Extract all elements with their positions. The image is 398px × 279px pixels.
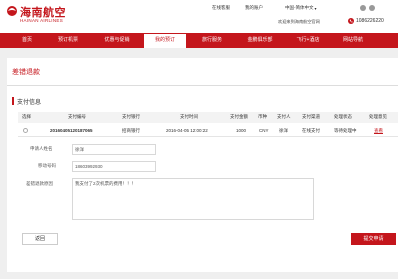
wechat-icon[interactable] xyxy=(369,5,375,11)
applicant-input[interactable]: 徐洋 xyxy=(72,144,156,155)
col-header-select: 选择 xyxy=(22,114,31,119)
top-bar: 海南航空 HAINAN AIRLINES 在线客服 我的账户 中国-简体中文 ▾… xyxy=(0,0,398,33)
welcome-text: 欢迎来到海南航空官网 xyxy=(278,19,320,24)
col-header-payment-id: 支付编号 xyxy=(68,114,86,119)
reason-textarea[interactable]: 我支付了2次机票的费用！！！ xyxy=(72,178,314,220)
col-header-channel: 支付渠道 xyxy=(302,114,320,119)
nav-item-flight-hotel[interactable]: 飞行+酒店 xyxy=(286,33,330,48)
title-divider xyxy=(7,85,398,86)
nav-item-promotions[interactable]: 优惠与促销 xyxy=(95,33,139,48)
applicant-label: 申请人姓名 xyxy=(30,146,53,151)
col-header-status: 处理状态 xyxy=(334,114,352,119)
weibo-icon[interactable] xyxy=(360,5,366,11)
cell-status: 等待处理中 xyxy=(334,128,357,133)
mobile-input[interactable]: 18603992930 xyxy=(72,161,156,172)
online-service-link[interactable]: 在线客服 xyxy=(212,5,230,11)
my-account-link[interactable]: 我的账户 xyxy=(245,5,263,11)
col-header-opinion: 处理意见 xyxy=(369,114,387,119)
hotline-number: 1086226220 xyxy=(356,18,384,24)
page-title: 差错退款 xyxy=(12,69,40,76)
logo-bird-icon xyxy=(7,6,17,16)
back-button[interactable]: 返回 xyxy=(22,233,58,245)
cell-amount: 1000 xyxy=(236,128,247,133)
col-header-payment-time: 支付时间 xyxy=(180,114,198,119)
main-nav: 首页 预订机票 优惠与促销 我的预订 旅行服务 金鹏俱乐部 飞行+酒店 网站导航 xyxy=(0,33,398,48)
nav-item-my-bookings[interactable]: 我的预订 xyxy=(144,34,186,48)
hotline: 1086226220 xyxy=(348,18,384,24)
row-divider xyxy=(18,136,398,137)
section-marker xyxy=(12,97,14,105)
col-header-currency: 币种 xyxy=(258,114,267,119)
cell-bank: 招商银行 xyxy=(122,128,140,133)
nav-item-travel-services[interactable]: 旅行服务 xyxy=(190,33,234,48)
content-card xyxy=(7,58,398,272)
phone-icon xyxy=(348,18,354,24)
nav-item-site-map[interactable]: 网站导航 xyxy=(331,33,375,48)
logo[interactable]: 海南航空 HAINAN AIRLINES xyxy=(6,3,66,27)
col-header-amount: 支付金额 xyxy=(230,114,248,119)
cell-payment-id: 20160405120187065 xyxy=(50,128,93,133)
language-label: 中国-简体中文 xyxy=(285,5,314,10)
chevron-down-icon: ▾ xyxy=(314,5,317,11)
view-opinion-link[interactable]: 查看 xyxy=(374,128,383,134)
nav-item-fortune-wings-club[interactable]: 金鹏俱乐部 xyxy=(236,33,284,48)
cell-currency: CNY xyxy=(259,128,269,133)
col-header-payer: 支付人 xyxy=(277,114,291,119)
submit-button[interactable]: 提交申请 xyxy=(351,233,396,245)
cell-channel: 在线支付 xyxy=(302,128,320,133)
reason-label: 差错退款原因 xyxy=(26,181,53,186)
row-select-radio[interactable] xyxy=(23,128,28,133)
brand-name-en: HAINAN AIRLINES xyxy=(20,18,64,23)
share-buttons[interactable] xyxy=(360,5,375,11)
nav-item-book-tickets[interactable]: 预订机票 xyxy=(47,33,89,48)
mobile-label: 移动号码 xyxy=(38,163,56,168)
section-title: 支付信息 xyxy=(17,100,42,106)
cell-payer: 徐洋 xyxy=(279,128,288,133)
col-header-bank: 支付银行 xyxy=(122,114,140,119)
online-service-label: 在线客服 xyxy=(212,5,230,10)
nav-item-home[interactable]: 首页 xyxy=(12,33,42,48)
cell-payment-time: 2016-04-05 12:00:22 xyxy=(166,128,208,133)
my-account-label: 我的账户 xyxy=(245,5,263,10)
language-select[interactable]: 中国-简体中文 ▾ xyxy=(285,5,317,11)
